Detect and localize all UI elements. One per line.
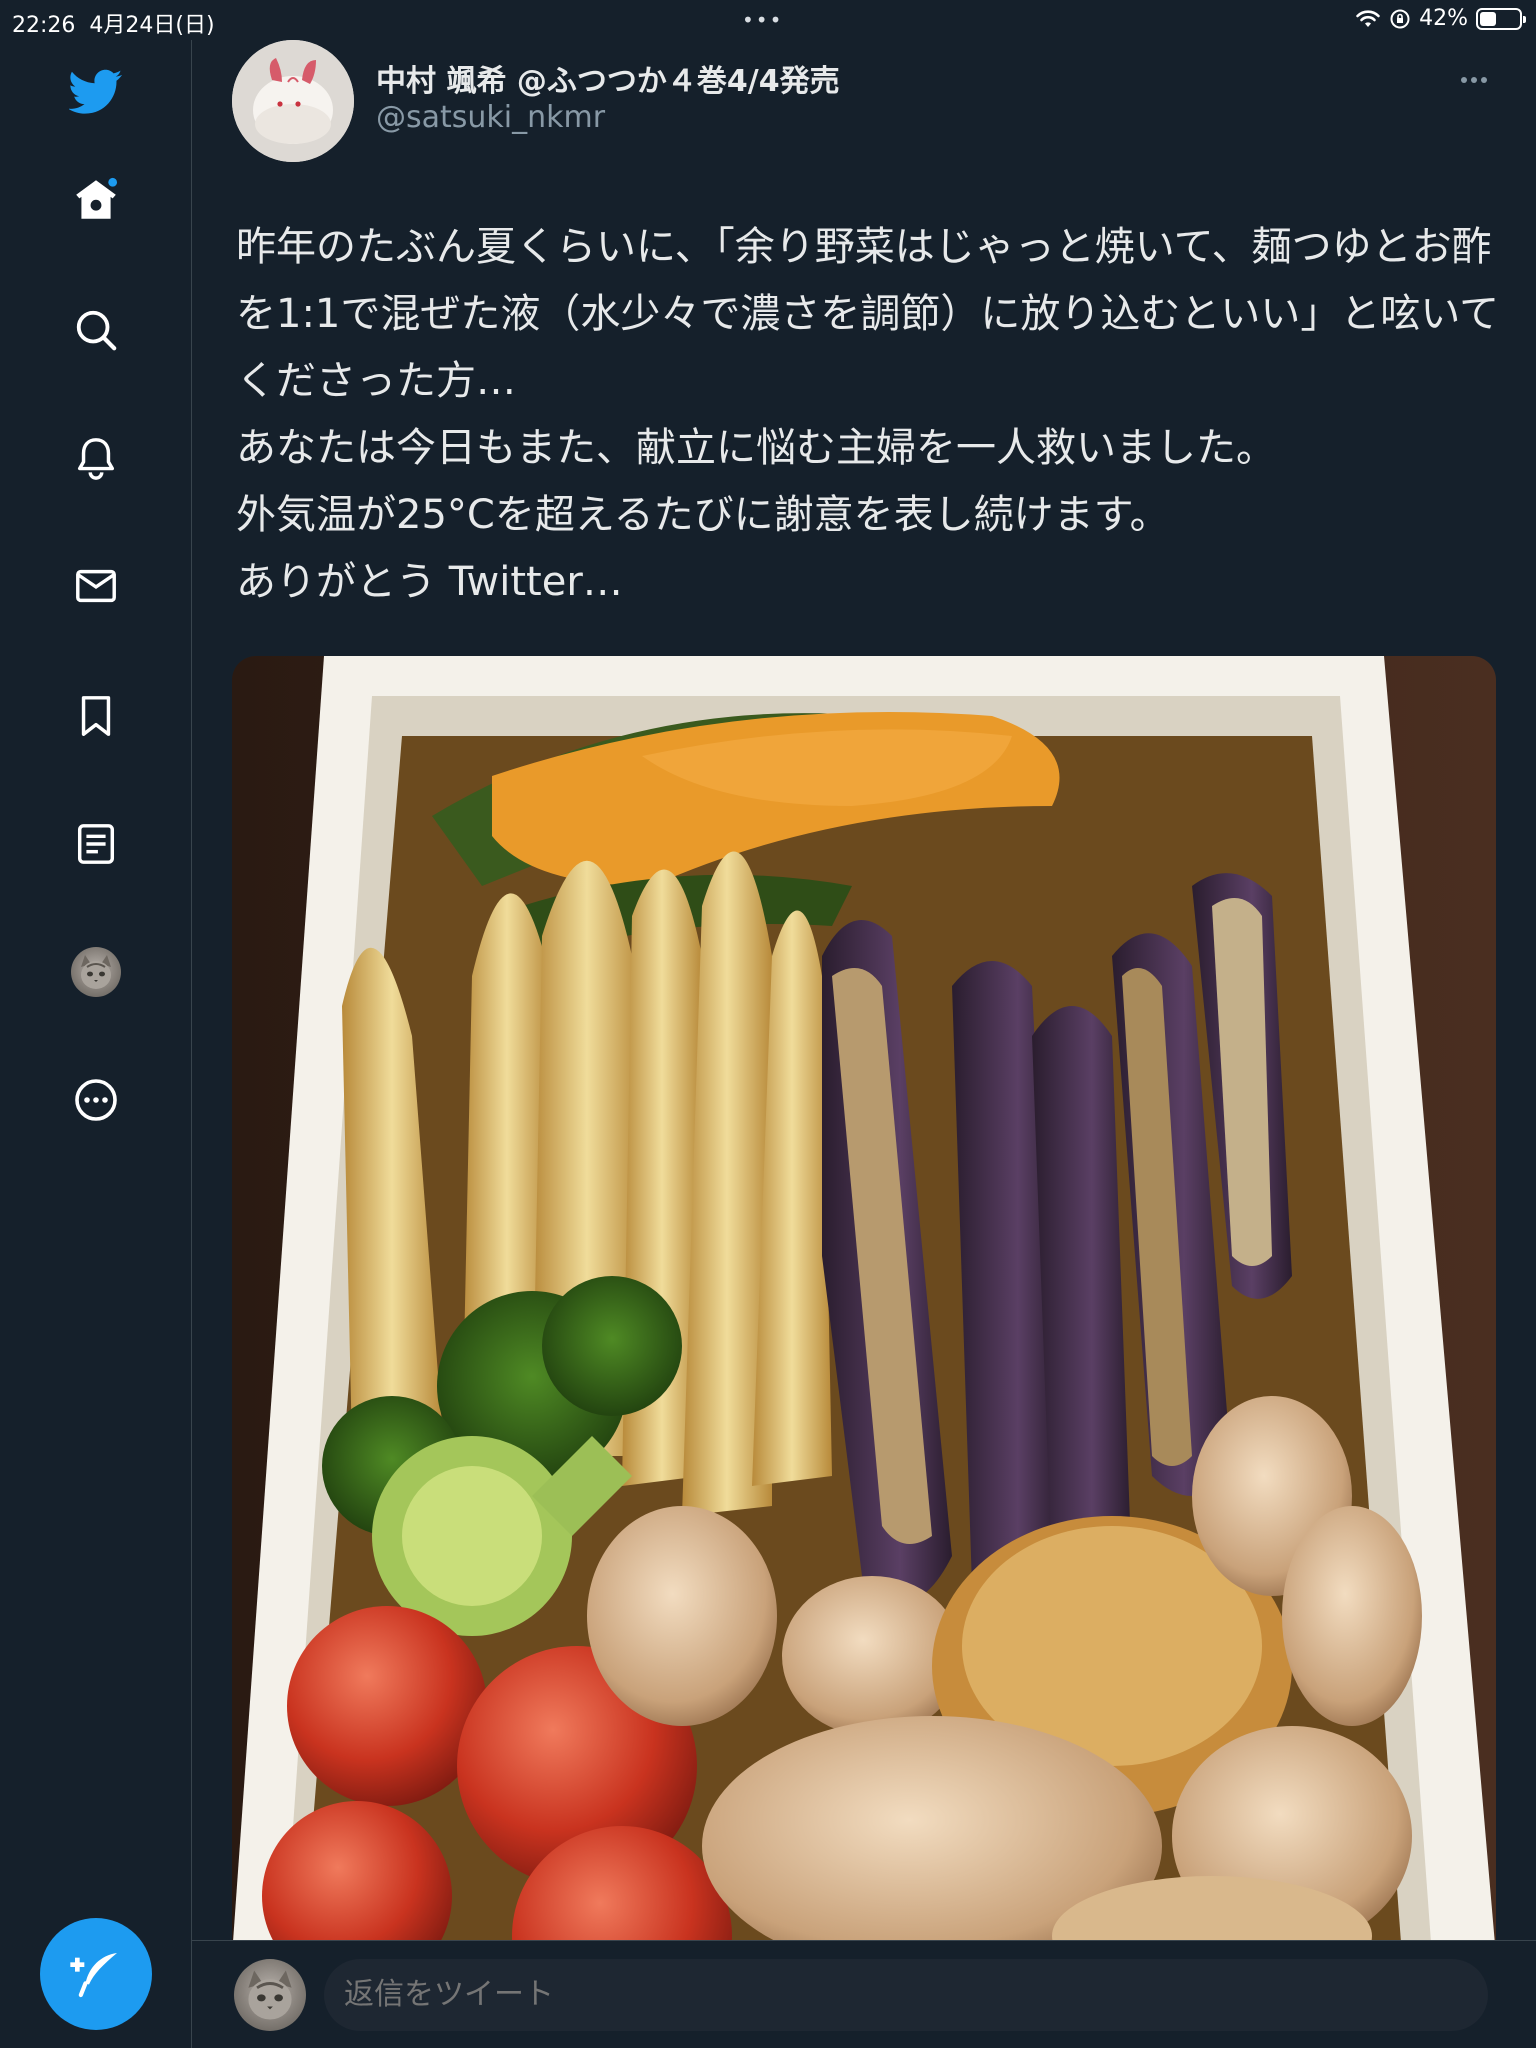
sidebar-item-search[interactable] (66, 300, 126, 360)
sidebar-nav (0, 40, 192, 2048)
tweet-text: 昨年のたぶん夏くらいに、「余り野菜はじゃっと焼いて、麺つゆとお酢を1:1で混ぜた… (236, 224, 1500, 605)
cat-avatar-image (248, 1970, 292, 2020)
home-icon (76, 177, 118, 219)
bookmark-icon (81, 696, 111, 736)
mail-icon (76, 569, 116, 603)
author-avatar[interactable] (232, 40, 354, 162)
sidebar-item-lists[interactable] (66, 814, 126, 874)
rabbit-wagashi-avatar-image (232, 40, 354, 162)
more-circle-icon (75, 1079, 117, 1121)
sidebar-item-twitter-logo[interactable] (66, 62, 126, 122)
battery-percentage: 42% (1419, 6, 1468, 31)
author-display-name[interactable]: 中村 颯希 @ふつつか４巻4/4発売 (376, 56, 840, 100)
sidebar-item-bookmarks[interactable] (66, 686, 126, 746)
twitter-logo-icon (69, 69, 123, 114)
author-handle[interactable]: @satsuki_nkmr (376, 100, 605, 135)
reply-bar (192, 1940, 1536, 2048)
battery-level (1480, 11, 1496, 26)
sidebar-item-notifications[interactable] (66, 428, 126, 488)
wifi-icon (1356, 9, 1380, 27)
more-options-icon[interactable] (1450, 68, 1498, 92)
list-icon (77, 824, 115, 864)
sidebar-item-more[interactable] (66, 1070, 126, 1130)
status-clock: 22:26 (12, 13, 76, 38)
orientation-lock-icon (1390, 9, 1410, 28)
multitasking-dots[interactable]: ••• (742, 8, 783, 32)
status-time: 22:26 4月24日(日) (12, 7, 215, 39)
status-bar: 22:26 4月24日(日) ••• 42% (0, 0, 1536, 40)
battery-icon (1476, 7, 1526, 30)
reply-input[interactable] (324, 1959, 1488, 2031)
sidebar-item-home[interactable] (66, 170, 126, 230)
tweet: 中村 颯希 @ふつつか４巻4/4発売 @satsuki_nkmr 昨年のたぶん夏… (192, 40, 1536, 1956)
compose-tweet-icon (70, 1953, 117, 1998)
food-container-photo (232, 656, 1496, 1956)
sidebar-item-profile[interactable] (71, 947, 121, 997)
status-indicators: 42% (1355, 6, 1526, 31)
profile-avatar (81, 955, 111, 989)
reply-user-avatar[interactable] (234, 1959, 306, 2031)
compose-tweet-button[interactable] (40, 1918, 152, 2030)
search-icon (76, 310, 117, 351)
tweet-photo[interactable] (232, 656, 1496, 1956)
status-date: 4月24日(日) (89, 13, 215, 38)
sidebar-item-messages[interactable] (66, 556, 126, 616)
bell-icon (77, 438, 115, 480)
